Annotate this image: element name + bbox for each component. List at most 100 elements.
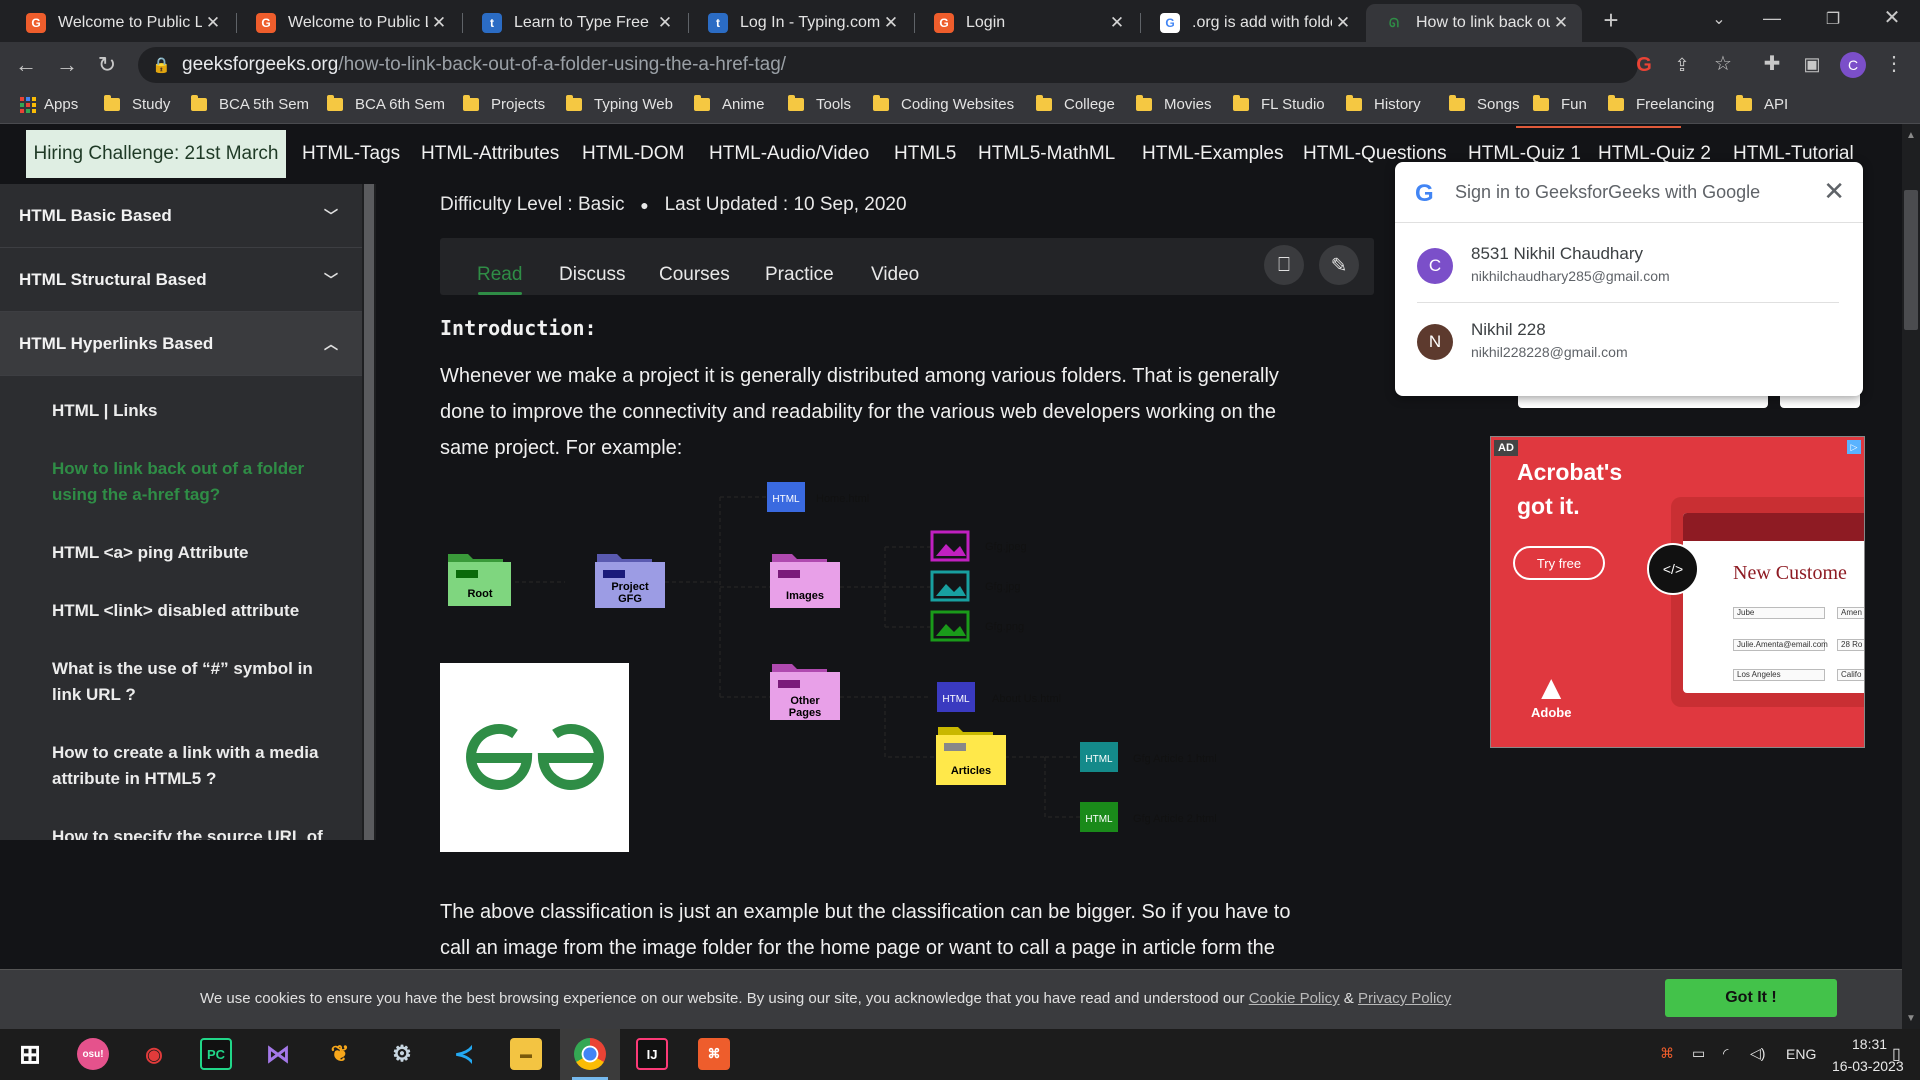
browser-tab-active[interactable]: ᘏHow to link back out o✕ (1366, 4, 1582, 42)
account-option[interactable]: N Nikhil 228 nikhil228228@gmail.com (1417, 318, 1847, 378)
bookmark-folder[interactable]: College (1036, 95, 1115, 113)
bookmark-folder[interactable]: BCA 5th Sem (191, 95, 309, 113)
fl-studio-icon[interactable]: ❦ (324, 1038, 356, 1070)
volume-icon[interactable]: ◁) (1750, 1045, 1765, 1062)
pycharm-icon[interactable]: PC (200, 1038, 232, 1070)
bookmark-star-icon[interactable]: ☆ (1709, 52, 1737, 76)
bookmark-folder[interactable]: Tools (788, 95, 851, 113)
bookmark-folder[interactable]: Anime (694, 95, 765, 113)
bookmark-folder[interactable]: Fun (1533, 95, 1587, 113)
sidebar-section-hyperlinks[interactable]: HTML Hyperlinks Based ︿ (0, 312, 362, 376)
sidebar-item[interactable]: What is the use of “#” symbol in link UR… (52, 656, 342, 708)
bookmark-apps[interactable]: Apps (20, 96, 78, 113)
clock-time[interactable]: 18:31 (1852, 1036, 1887, 1052)
close-icon[interactable]: ✕ (1332, 13, 1354, 33)
recorder-icon[interactable]: ◉ (138, 1038, 170, 1070)
profile-avatar[interactable]: C (1840, 52, 1866, 78)
nav-html-tags[interactable]: HTML-Tags (302, 143, 400, 165)
bookmark-folder[interactable]: Study (104, 95, 170, 113)
close-icon[interactable]: ✕ (1550, 13, 1572, 33)
address-bar[interactable]: 🔒 geeksforgeeks.org/how-to-link-back-out… (138, 47, 1638, 83)
cookie-policy-link[interactable]: Cookie Policy (1249, 990, 1340, 1007)
back-arrow-icon[interactable]: ← (12, 53, 40, 77)
close-icon[interactable]: ✕ (880, 13, 902, 33)
browser-tab[interactable]: t Log In - Typing.com ✕ (690, 4, 912, 42)
bookmark-folder[interactable]: Projects (463, 95, 545, 113)
share-icon[interactable]: ⇪ (1668, 53, 1696, 77)
hiring-challenge-link[interactable]: Hiring Challenge: 21st March (26, 130, 286, 178)
steam-icon[interactable]: ⚙ (386, 1038, 418, 1070)
tab-search-icon[interactable]: ⌄ (1705, 8, 1733, 32)
got-it-button[interactable]: Got It ! (1665, 979, 1837, 1017)
side-panel-icon[interactable]: ▣ (1798, 52, 1826, 76)
browser-tab[interactable]: tLearn to Type Free - S✕ (464, 4, 686, 42)
restore-button[interactable]: ❐ (1819, 8, 1847, 32)
close-icon[interactable]: ✕ (1106, 13, 1128, 33)
windows-start-icon[interactable]: ⊞ (14, 1038, 46, 1070)
sidebar-item[interactable]: How to create a link with a media attrib… (52, 740, 342, 792)
bookmark-button[interactable]: ⎕ (1264, 245, 1304, 285)
scroll-up-arrow-icon[interactable]: ▲ (1904, 130, 1918, 141)
sidebar-item[interactable]: HTML <link> disabled attribute (52, 598, 342, 624)
close-icon[interactable]: ✕ (1823, 176, 1845, 207)
sidebar-item[interactable]: HTML | Links (52, 398, 342, 424)
notification-icon[interactable]: ▯ (1892, 1044, 1901, 1064)
bookmark-folder[interactable]: Songs (1449, 95, 1520, 113)
bookmark-folder[interactable]: Movies (1136, 95, 1212, 113)
bookmark-folder[interactable]: API (1736, 95, 1788, 113)
browser-tab[interactable]: G .org is add with folder ✕ (1142, 4, 1364, 42)
battery-icon[interactable]: ▭ (1692, 1045, 1705, 1062)
nav-html-examples[interactable]: HTML-Examples (1142, 143, 1283, 165)
close-icon[interactable]: ✕ (654, 13, 676, 33)
page-scroll-thumb[interactable] (1904, 190, 1918, 330)
privacy-policy-link[interactable]: Privacy Policy (1358, 990, 1451, 1007)
xampp-tray-icon[interactable]: ⌘ (1660, 1045, 1674, 1062)
nav-html-attributes[interactable]: HTML-Attributes (421, 143, 559, 165)
visual-studio-icon[interactable]: ⋈ (262, 1038, 294, 1070)
vscode-icon[interactable]: ≺ (448, 1038, 480, 1070)
browser-tab[interactable]: G Login ✕ (916, 4, 1138, 42)
bookmark-folder[interactable]: BCA 6th Sem (327, 95, 445, 113)
bookmark-folder[interactable]: Coding Websites (873, 95, 1014, 113)
nav-html5[interactable]: HTML5 (894, 143, 956, 165)
file-explorer-icon[interactable]: ▬ (510, 1038, 542, 1070)
wifi-icon[interactable]: ◜ (1723, 1045, 1728, 1062)
account-option[interactable]: C 8531 Nikhil Chaudhary nikhilchaudhary2… (1417, 242, 1847, 302)
bookmark-folder[interactable]: History (1346, 95, 1421, 113)
window-close-button[interactable]: ✕ (1878, 6, 1906, 30)
reload-icon[interactable]: ↻ (93, 53, 121, 77)
language-indicator[interactable]: ENG (1786, 1046, 1816, 1062)
nav-html-dom[interactable]: HTML-DOM (582, 143, 684, 165)
minimize-button[interactable]: — (1758, 6, 1786, 30)
google-lens-icon[interactable]: G (1630, 53, 1658, 77)
tab-practice[interactable]: Practice (765, 264, 834, 286)
osu-icon[interactable]: osu! (77, 1038, 109, 1070)
new-tab-button[interactable]: + (1597, 7, 1625, 33)
edit-button[interactable]: ✎ (1319, 245, 1359, 285)
forward-arrow-icon[interactable]: → (53, 53, 81, 77)
xampp-icon[interactable]: ⌘ (698, 1038, 730, 1070)
nav-html-audio-video[interactable]: HTML-Audio/Video (709, 143, 869, 165)
tab-courses[interactable]: Courses (659, 264, 730, 286)
chrome-icon[interactable] (574, 1038, 606, 1070)
try-free-button[interactable]: Try free (1513, 546, 1605, 580)
sidebar-section-structural[interactable]: HTML Structural Based ﹀ (0, 248, 362, 312)
tab-video[interactable]: Video (871, 264, 919, 286)
sidebar-scroll-thumb[interactable] (364, 184, 374, 840)
adobe-ad[interactable]: AD ▷ Acrobat's got it. New Custome Jube … (1490, 436, 1865, 748)
bookmark-folder[interactable]: FL Studio (1233, 95, 1325, 113)
menu-dots-icon[interactable]: ⋮ (1880, 52, 1908, 76)
bookmark-folder[interactable]: Typing Web (566, 95, 673, 113)
browser-tab[interactable]: G Welcome to Public Lit ✕ (8, 4, 234, 42)
sidebar-item[interactable]: HTML <a> ping Attribute (52, 540, 342, 566)
ad-info-icon[interactable]: ▷ (1847, 440, 1861, 454)
sidebar-section-basic[interactable]: HTML Basic Based ﹀ (0, 184, 362, 248)
close-icon[interactable]: ✕ (428, 13, 450, 33)
tab-discuss[interactable]: Discuss (559, 264, 626, 286)
bookmark-folder[interactable]: Freelancing (1608, 95, 1714, 113)
browser-tab[interactable]: G Welcome to Public Lit ✕ (238, 4, 460, 42)
close-icon[interactable]: ✕ (202, 13, 224, 33)
nav-html5-mathml[interactable]: HTML5-MathML (978, 143, 1115, 165)
tab-read[interactable]: Read (477, 264, 522, 286)
sidebar-item[interactable]: How to specify the source URL of the (52, 824, 342, 840)
